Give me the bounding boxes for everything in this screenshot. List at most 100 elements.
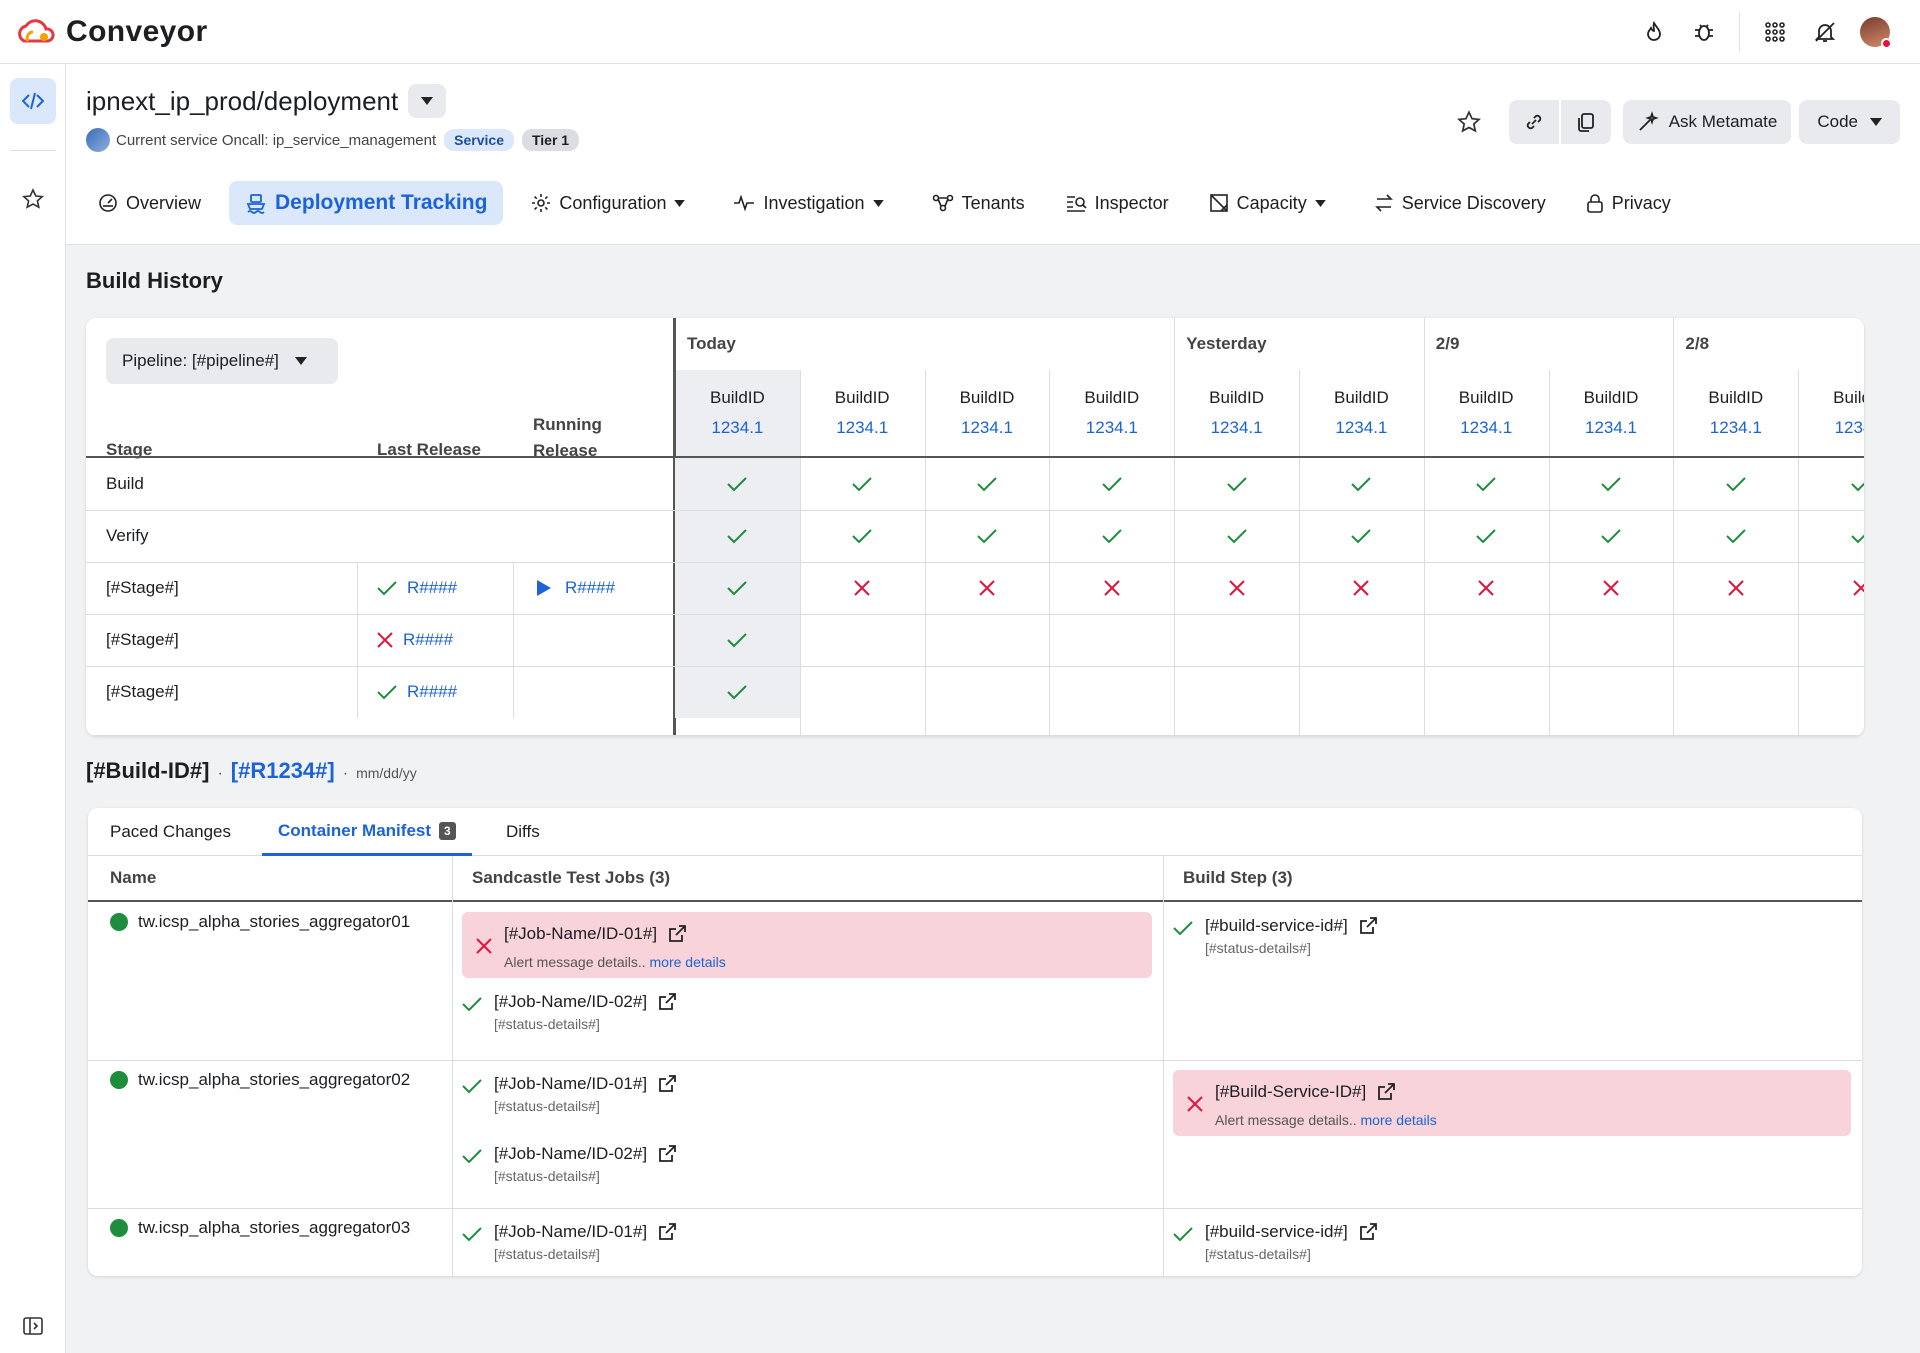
favorite-button[interactable] [1447, 100, 1491, 144]
tab-inspector[interactable]: Inspector [1053, 181, 1181, 225]
ask-metamate-button[interactable]: Ask Metamate [1622, 100, 1792, 144]
tab-deployment-tracking[interactable]: Deployment Tracking [229, 181, 504, 225]
build-column-header[interactable]: BuildID 1234.1 [1174, 370, 1299, 456]
name-column-header: Name [110, 868, 157, 887]
external-link-icon[interactable] [647, 1144, 677, 1164]
more-details-link[interactable]: more details [1361, 1112, 1437, 1128]
job-title-link[interactable]: [#build-service-id#] [1205, 1222, 1378, 1242]
build-column-header[interactable]: BuildID 1234.1 [1549, 370, 1674, 456]
build-column-header[interactable]: BuildID 1234.1 [1299, 370, 1424, 456]
code-dropdown-button[interactable]: Code [1799, 100, 1900, 144]
build-column-header[interactable]: BuildID 1234.1 [1673, 370, 1798, 456]
job-title-link[interactable]: [#Job-Name/ID-01#] [494, 1074, 677, 1094]
external-link-icon[interactable] [1348, 916, 1378, 936]
external-link-icon[interactable] [1366, 1082, 1396, 1102]
flame-icon[interactable] [1629, 7, 1679, 57]
service-row-name: tw.icsp_alpha_stories_aggregator03 [110, 1218, 410, 1238]
tab-service-discovery[interactable]: Service Discovery [1362, 181, 1558, 225]
build-column-header[interactable]: BuildID 1234.1 [675, 370, 800, 456]
tab-overview[interactable]: Overview [86, 181, 213, 225]
status-details: [#status-details#] [1205, 1246, 1311, 1262]
check-icon [377, 580, 397, 596]
tab-investigation[interactable]: Investigation [721, 181, 903, 225]
last-release-cell[interactable]: R#### [377, 614, 453, 666]
release-link[interactable]: R#### [407, 682, 457, 702]
build-id-link[interactable]: 1234.1 [711, 418, 763, 438]
build-id-link[interactable]: 1234.1 [1835, 418, 1864, 438]
build-column-header[interactable]: BuildID 1234.1 [1049, 370, 1174, 456]
job-title-link[interactable]: [#Job-Name/ID-02#] [494, 1144, 677, 1164]
notifications-off-icon[interactable] [1800, 7, 1850, 57]
sidenav-divider [10, 150, 56, 151]
build-id-link[interactable]: 1234.1 [1211, 418, 1263, 438]
job-title-link[interactable]: [#Job-Name/ID-01#] [504, 924, 687, 944]
cross-icon [1183, 1092, 1207, 1116]
build-id-link[interactable]: 1234.1 [1335, 418, 1387, 438]
external-link-icon[interactable] [647, 1074, 677, 1094]
external-link-icon[interactable] [1348, 1222, 1378, 1242]
day-header: 2/9 [1435, 334, 1460, 353]
tab-capacity[interactable]: Capacity [1197, 181, 1346, 225]
check-icon [1349, 472, 1373, 496]
check-icon [462, 996, 482, 1032]
tab-container-manifest[interactable]: Container Manifest 3 [262, 808, 472, 856]
check-icon [1100, 524, 1124, 548]
check-icon [725, 472, 749, 496]
release-link[interactable]: [#R1234#] [231, 758, 335, 784]
build-id-link[interactable]: 1234.1 [1585, 418, 1637, 438]
cross-icon [1349, 576, 1373, 600]
bug-icon[interactable] [1679, 7, 1729, 57]
build-column-header[interactable]: BuildID 1234.1 [800, 370, 925, 456]
more-details-link[interactable]: more details [650, 954, 726, 970]
build-column-header[interactable]: BuildID 1234.1 [1424, 370, 1549, 456]
cloud-logo-icon [18, 18, 55, 42]
build-id-link[interactable]: 1234.1 [961, 418, 1013, 438]
tab-configuration[interactable]: Configuration [519, 181, 705, 225]
job-title-link[interactable]: [#Build-Service-ID#] [1215, 1082, 1396, 1102]
build-info: [#Build-ID#] · [#R1234#] · mm/dd/yy [86, 758, 417, 784]
release-link[interactable]: R#### [407, 578, 457, 598]
build-id-link[interactable]: 1234.1 [836, 418, 888, 438]
pipeline-dropdown[interactable]: Pipeline: [#pipeline#] [106, 338, 338, 384]
service-dropdown[interactable] [408, 84, 446, 118]
gear-icon [531, 193, 559, 213]
cross-icon [1225, 576, 1249, 600]
release-link[interactable]: R#### [403, 630, 453, 650]
job-item: [#build-service-id#] [#status-details#] [1173, 1222, 1378, 1262]
build-column-header[interactable]: BuildID 1234.1 [925, 370, 1050, 456]
running-release-cell[interactable]: R#### [537, 562, 615, 614]
job-title-link[interactable]: [#Job-Name/ID-01#] [494, 1222, 677, 1242]
external-link-icon[interactable] [657, 924, 687, 944]
build-id-link[interactable]: 1234.1 [1460, 418, 1512, 438]
tab-tenants[interactable]: Tenants [920, 181, 1037, 225]
tab-paced-changes[interactable]: Paced Changes [110, 808, 231, 856]
copy-button[interactable] [1560, 100, 1611, 144]
check-icon [1474, 472, 1498, 496]
user-avatar[interactable] [1850, 7, 1900, 57]
build-id-link[interactable]: 1234.1 [1086, 418, 1138, 438]
manifest-count-badge: 3 [439, 821, 456, 840]
last-release-cell[interactable]: R#### [377, 562, 457, 614]
running-release-label-2: Release [533, 441, 598, 460]
favorites-nav-button[interactable] [10, 176, 56, 222]
external-link-icon[interactable] [647, 992, 677, 1012]
build-column-header[interactable]: BuildID 1234.1 [1798, 370, 1864, 456]
app-logo[interactable]: Conveyor [14, 15, 208, 49]
check-icon [1849, 524, 1864, 548]
tier-badge: Tier 1 [521, 129, 580, 151]
code-nav-button[interactable] [10, 78, 56, 124]
detail-tabs: Paced Changes Container Manifest 3 Diffs [88, 808, 1862, 856]
build-id-link[interactable]: 1234.1 [1710, 418, 1762, 438]
job-title-link[interactable]: [#Job-Name/ID-02#] [494, 992, 677, 1012]
tab-privacy[interactable]: Privacy [1574, 181, 1683, 225]
external-link-icon[interactable] [647, 1222, 677, 1242]
manifest-col-divider [452, 856, 453, 1276]
copy-link-button[interactable] [1508, 100, 1559, 144]
build-history-card: Pipeline: [#pipeline#] Stage Last Releas… [86, 318, 1864, 736]
tab-diffs[interactable]: Diffs [506, 808, 540, 856]
release-link[interactable]: R#### [565, 578, 615, 598]
collapse-sidebar-button[interactable] [10, 1303, 56, 1349]
apps-grid-icon[interactable] [1750, 7, 1800, 57]
job-title-link[interactable]: [#build-service-id#] [1205, 916, 1378, 936]
last-release-cell[interactable]: R#### [377, 666, 457, 718]
